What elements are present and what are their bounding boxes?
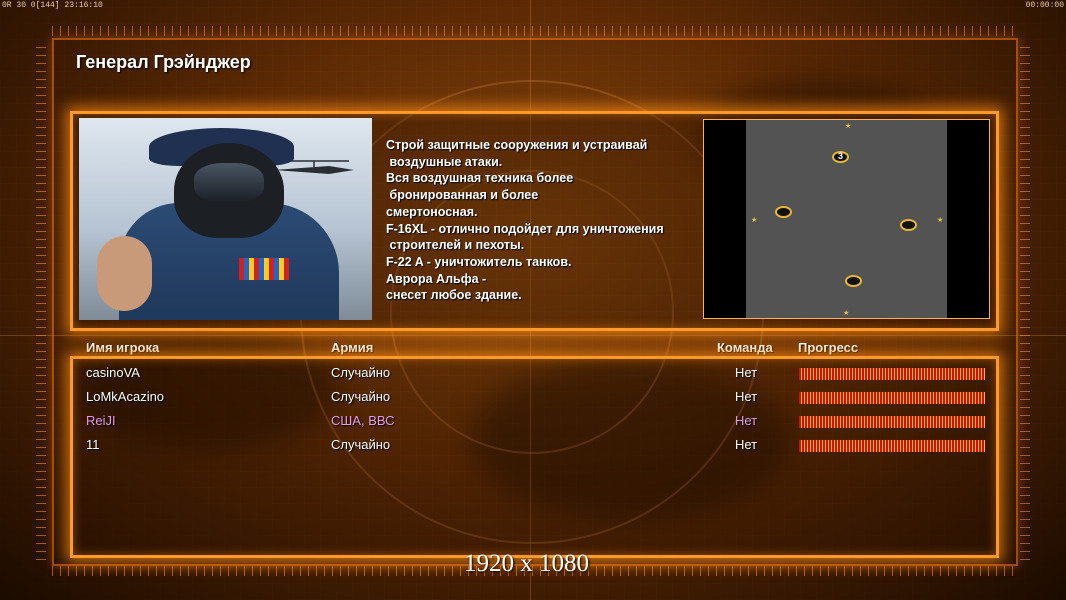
player-row-local: ReiJI США, ВВС Нет	[0, 413, 1066, 433]
load-progress-bar	[799, 392, 985, 404]
status-clock: 00:00:00	[1025, 1, 1064, 10]
start-position-number: 3	[837, 151, 843, 161]
star-icon: ★	[843, 310, 850, 317]
player-name: LoMkAcazino	[86, 389, 165, 404]
header-team: Команда	[717, 340, 773, 355]
player-team: Нет	[735, 413, 758, 428]
player-row: casinoVA Случайно Нет	[0, 365, 1066, 385]
star-icon: ★	[937, 217, 944, 224]
player-row: 11 Случайно Нет	[0, 437, 1066, 457]
status-left: 0R 30 0[144] 23:16:10	[2, 1, 103, 10]
ruler-left	[36, 40, 46, 560]
player-name: ReiJI	[86, 413, 116, 428]
load-progress-bar	[799, 440, 985, 452]
player-army: Случайно	[331, 365, 391, 380]
ruler-top	[52, 26, 1016, 36]
start-position-marker[interactable]	[845, 275, 862, 287]
general-title: Генерал Грэйнджер	[76, 52, 251, 72]
player-name: 11	[86, 437, 100, 452]
start-position-marker[interactable]: 3	[832, 151, 849, 163]
load-progress-bar	[799, 416, 985, 428]
player-army: Случайно	[331, 437, 391, 452]
star-icon: ★	[845, 123, 852, 130]
ruler-right	[1020, 40, 1030, 560]
players-panel	[70, 356, 999, 558]
general-description: Строй защитные сооружения и устраивай во…	[386, 138, 664, 303]
star-icon: ★	[751, 217, 758, 224]
header-progress: Прогресс	[798, 340, 859, 355]
player-row: LoMkAcazino Случайно Нет	[0, 389, 1066, 409]
player-army: Случайно	[331, 389, 391, 404]
status-bar: 0R 30 0[144] 23:16:10 00:00:00	[0, 0, 1066, 12]
start-position-marker[interactable]	[775, 206, 792, 218]
player-name: casinoVA	[86, 365, 140, 380]
header-player-name: Имя игрока	[86, 340, 160, 355]
portrait-visor	[194, 163, 264, 203]
minimap: ★ ★ ★ ★ 3	[703, 119, 990, 319]
player-team: Нет	[735, 389, 758, 404]
resolution-label: 1920 x 1080	[464, 550, 589, 577]
start-position-marker[interactable]	[900, 219, 917, 231]
general-portrait	[79, 118, 372, 320]
header-army: Армия	[331, 340, 374, 355]
player-team: Нет	[735, 365, 758, 380]
player-team: Нет	[735, 437, 758, 452]
player-army: США, ВВС	[331, 413, 395, 428]
portrait-hand	[97, 236, 152, 311]
load-progress-bar	[799, 368, 985, 380]
map-field	[746, 120, 947, 318]
medal-ribbons	[239, 258, 289, 280]
